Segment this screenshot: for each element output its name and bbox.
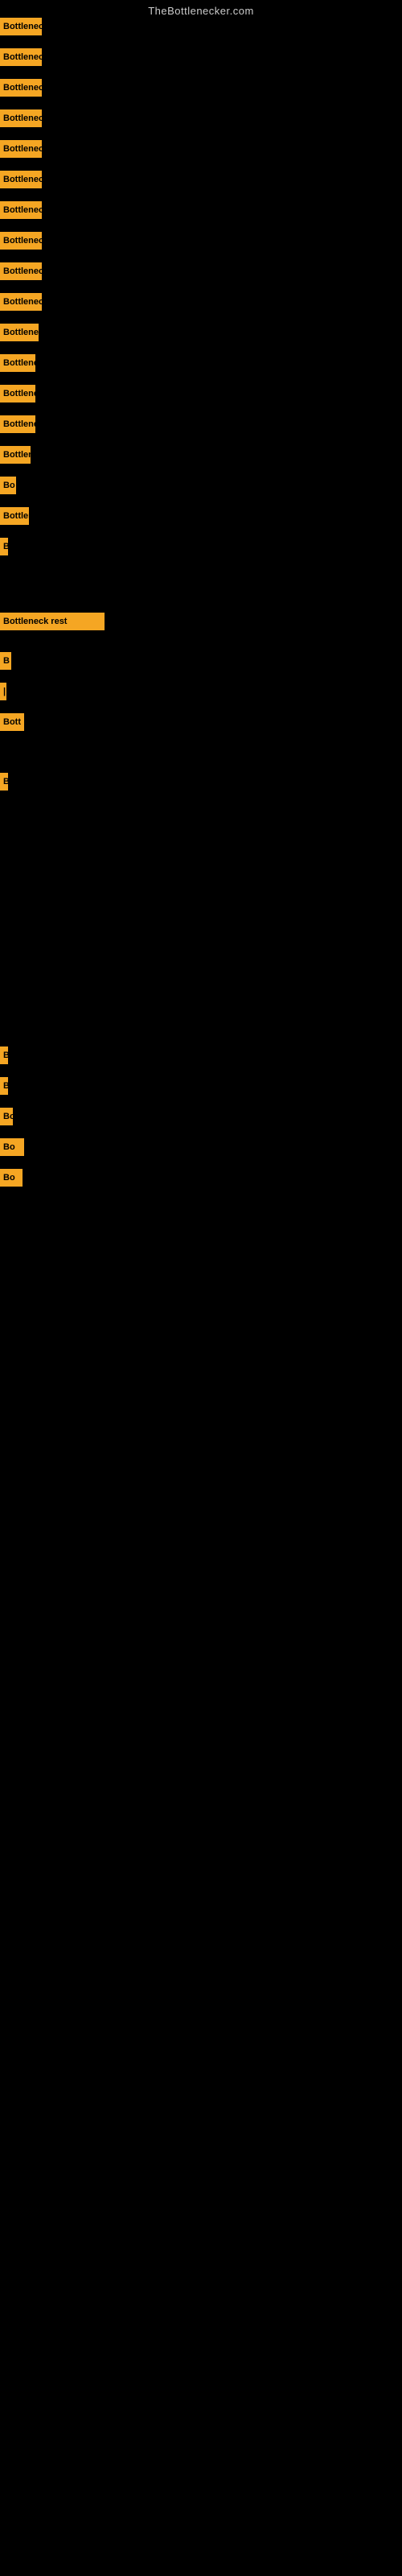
site-title: TheBottlenecker.com	[0, 0, 402, 20]
bottleneck-bar-19[interactable]: Bottleneck rest	[0, 613, 105, 630]
bottleneck-bar-11[interactable]: Bottleneck re	[0, 324, 39, 341]
bottleneck-bar-20[interactable]: B	[0, 652, 11, 670]
bottleneck-bar-8[interactable]: Bottleneck resul	[0, 232, 42, 250]
bottleneck-bar-5[interactable]: Bottleneck resul	[0, 140, 42, 158]
bottleneck-bar-21[interactable]: |	[0, 683, 6, 700]
bottleneck-bar-17[interactable]: Bottler	[0, 507, 29, 525]
bottleneck-bar-16[interactable]: Bo	[0, 477, 16, 494]
bottleneck-bar-10[interactable]: Bottleneck resul	[0, 293, 42, 311]
bottleneck-bar-28[interactable]: Bo	[0, 1169, 23, 1187]
bottleneck-bar-12[interactable]: Bottleneck r	[0, 354, 35, 372]
bottleneck-bar-22[interactable]: Bott	[0, 713, 24, 731]
bottleneck-bar-23[interactable]: B	[0, 773, 8, 791]
bottleneck-bar-14[interactable]: Bottleneck r	[0, 415, 35, 433]
bottleneck-bar-3[interactable]: Bottleneck resul	[0, 79, 42, 97]
bottleneck-bar-15[interactable]: Bottlene	[0, 446, 31, 464]
bottleneck-bar-1[interactable]: Bottleneck resul	[0, 18, 42, 35]
bottleneck-bar-9[interactable]: Bottleneck resul	[0, 262, 42, 280]
bottleneck-bar-13[interactable]: Bottleneck re	[0, 385, 35, 402]
bottleneck-bar-26[interactable]: Bo	[0, 1108, 13, 1125]
bottleneck-bar-25[interactable]: B	[0, 1077, 8, 1095]
bottleneck-bar-6[interactable]: Bottleneck resul	[0, 171, 42, 188]
bottleneck-bar-7[interactable]: Bottleneck resul	[0, 201, 42, 219]
bottleneck-bar-18[interactable]: B	[0, 538, 8, 555]
bottleneck-bar-2[interactable]: Bottleneck resul	[0, 48, 42, 66]
bottleneck-bar-27[interactable]: Bo	[0, 1138, 24, 1156]
bottleneck-bar-4[interactable]: Bottleneck resul	[0, 109, 42, 127]
bottleneck-bar-24[interactable]: B	[0, 1046, 8, 1064]
